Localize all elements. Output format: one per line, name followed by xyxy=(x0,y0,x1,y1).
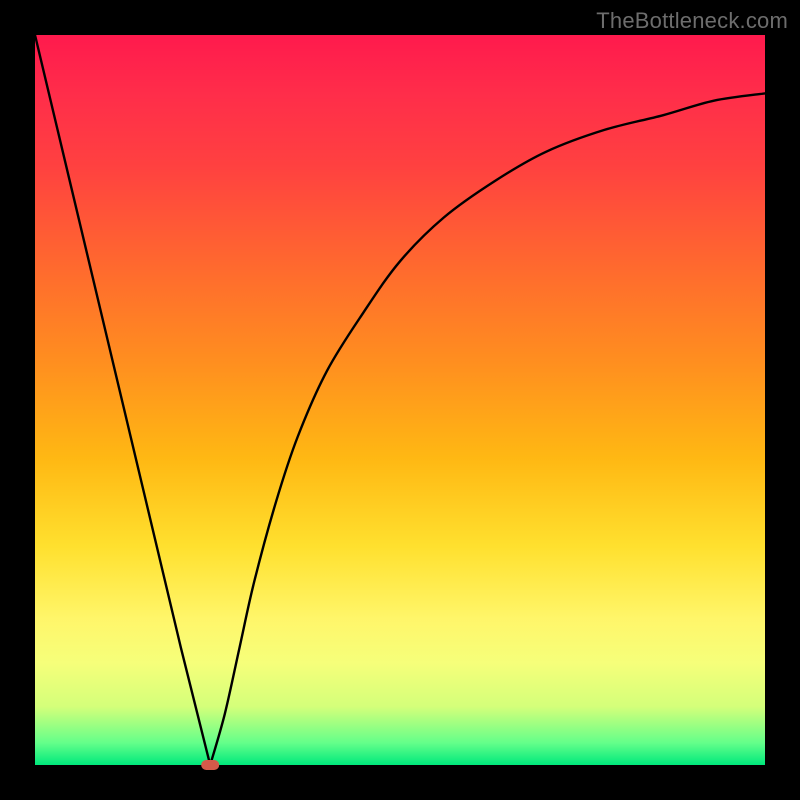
chart-frame: TheBottleneck.com xyxy=(0,0,800,800)
curve-line xyxy=(35,35,765,765)
watermark-text: TheBottleneck.com xyxy=(596,8,788,34)
bottleneck-curve xyxy=(35,35,765,765)
plot-area xyxy=(35,35,765,765)
minimum-marker xyxy=(201,760,219,770)
